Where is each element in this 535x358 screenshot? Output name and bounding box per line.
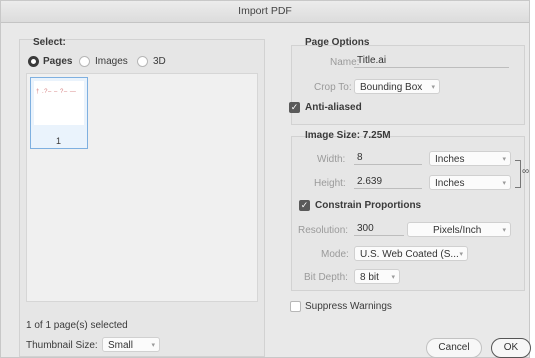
chevron-down-icon: ▾ (502, 227, 506, 234)
bit-depth-select[interactable]: 8 bit ▾ (354, 269, 400, 284)
page-preview-text: † .?– – ?– — (36, 89, 77, 95)
mode-select[interactable]: U.S. Web Coated (S... ▾ (354, 246, 468, 261)
constrain-proportions-label[interactable]: Constrain Proportions (315, 200, 421, 211)
cancel-button[interactable]: Cancel (426, 338, 482, 358)
radio-pages-label[interactable]: Pages (43, 56, 72, 67)
mode-value: U.S. Web Coated (S... (360, 249, 459, 260)
bit-depth-value: 8 bit (360, 272, 379, 283)
width-unit-value: Inches (435, 154, 465, 165)
thumbnail-size-select[interactable]: Small ▾ (102, 337, 160, 352)
resolution-label: Resolution: (298, 225, 349, 236)
width-label: Width: (317, 154, 346, 165)
thumbnail-area: † .?– – ?– — 1 (26, 73, 258, 302)
chevron-down-icon: ▾ (391, 274, 395, 281)
radio-pages[interactable] (28, 56, 39, 67)
page-preview: † .?– – ?– — (34, 81, 84, 125)
chain-link-icon[interactable]: ∞ (522, 166, 529, 177)
window-title: Import PDF (1, 1, 529, 23)
suppress-warnings-checkbox[interactable] (290, 301, 301, 312)
suppress-warnings-label[interactable]: Suppress Warnings (305, 301, 392, 312)
chevron-down-icon: ▾ (151, 342, 155, 349)
page-number: 1 (56, 136, 62, 146)
radio-3d[interactable] (137, 56, 148, 67)
anti-aliased-label[interactable]: Anti-aliased (305, 102, 362, 113)
chevron-down-icon: ▾ (431, 84, 435, 91)
thumbnail-size-label: Thumbnail Size: (26, 340, 98, 351)
crop-to-label: Crop To: (314, 82, 352, 93)
import-pdf-dialog: Import PDF Select: Pages Images 3D † .?–… (0, 0, 531, 358)
thumbnail-size-value: Small (108, 340, 134, 351)
radio-images[interactable] (79, 56, 90, 67)
name-field[interactable]: Title.ai (354, 53, 509, 68)
bit-depth-label: Bit Depth: (304, 272, 348, 283)
chevron-down-icon: ▾ (459, 251, 463, 258)
width-field[interactable]: 8 (354, 150, 422, 165)
radio-images-label[interactable]: Images (95, 56, 128, 67)
link-bracket (515, 160, 521, 188)
mode-label: Mode: (321, 249, 349, 260)
selection-status: 1 of 1 page(s) selected (26, 320, 128, 331)
constrain-proportions-checkbox[interactable]: ✓ (299, 200, 310, 211)
crop-to-select[interactable]: Bounding Box ▾ (354, 79, 440, 94)
chevron-down-icon: ▾ (502, 180, 506, 187)
resolution-unit-value: Pixels/Inch (433, 225, 482, 236)
page-options-heading: Page Options (305, 37, 370, 48)
chevron-down-icon: ▾ (502, 156, 506, 163)
radio-3d-label[interactable]: 3D (153, 56, 166, 67)
select-heading: Select: (33, 37, 66, 48)
crop-to-value: Bounding Box (360, 82, 423, 93)
resolution-field[interactable]: 300 (354, 221, 404, 236)
page-thumbnail[interactable]: † .?– – ?– — 1 (30, 77, 88, 149)
image-size-heading: Image Size: 7.25M (305, 130, 391, 141)
width-unit-select[interactable]: Inches ▾ (429, 151, 511, 166)
height-unit-value: Inches (435, 178, 465, 189)
height-field[interactable]: 2.639 (354, 174, 422, 189)
height-unit-select[interactable]: Inches ▾ (429, 175, 511, 190)
ok-button[interactable]: OK (491, 338, 531, 358)
anti-aliased-checkbox[interactable]: ✓ (289, 102, 300, 113)
resolution-unit-select[interactable]: Pixels/Inch ▾ (407, 222, 511, 237)
height-label: Height: (314, 178, 346, 189)
